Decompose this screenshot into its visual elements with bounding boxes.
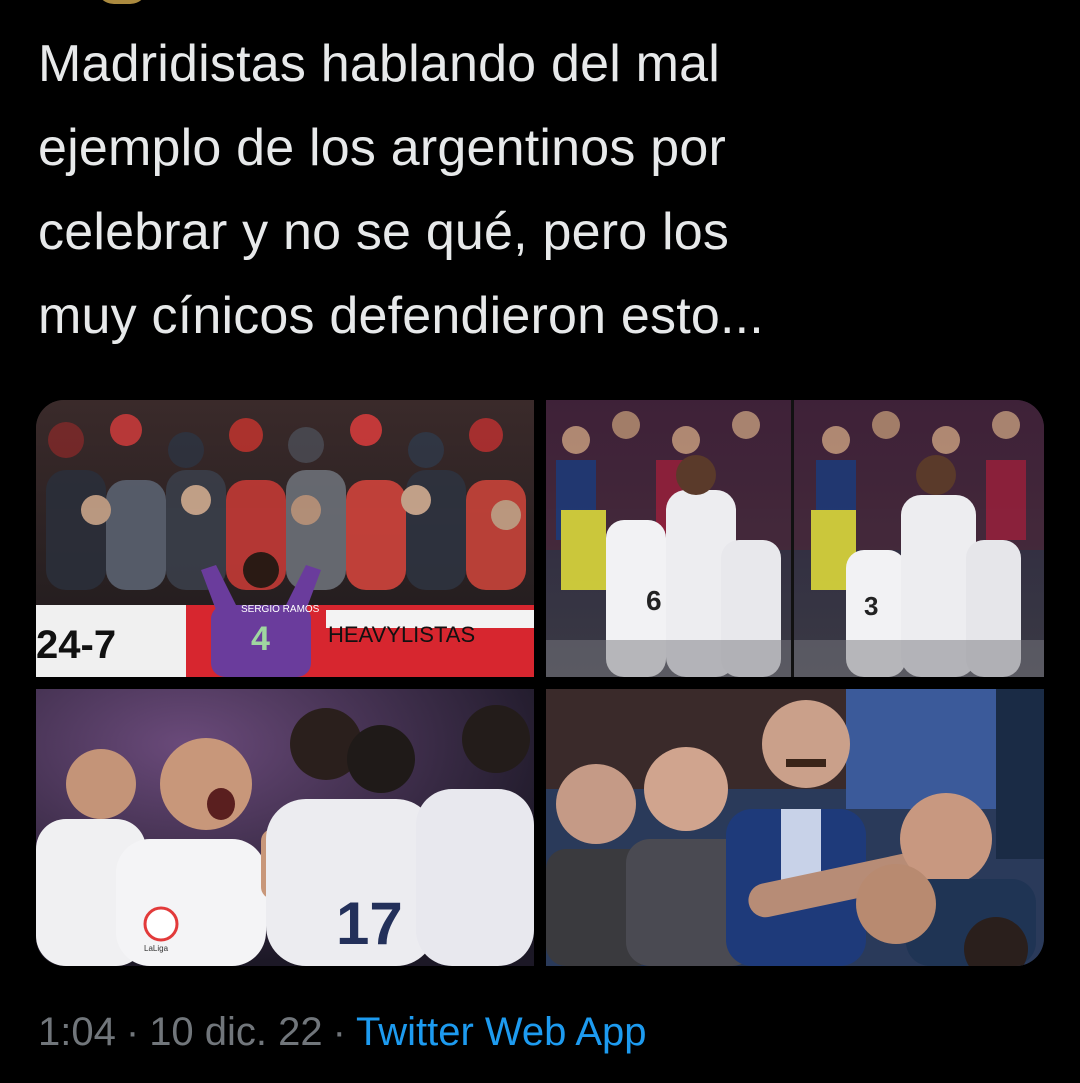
- media-photo-4[interactable]: [546, 689, 1044, 966]
- avatar[interactable]: [96, 0, 148, 4]
- photo-players-celebration: 6 3: [546, 400, 1044, 677]
- meta-separator: ·: [332, 1010, 346, 1054]
- league-badge: LaLiga: [144, 944, 169, 953]
- media-photo-2[interactable]: 6 3: [546, 400, 1044, 677]
- media-photo-1[interactable]: 24-7 HEAVYLISTAS SERGIO RAMOS 4: [36, 400, 534, 677]
- tweet-text: Madridistas hablando del mal ejemplo de …: [38, 35, 764, 345]
- frame-divider: [791, 400, 794, 677]
- media-photo-3[interactable]: 17 LaLiga: [36, 689, 534, 966]
- jersey-number-right: 3: [864, 591, 878, 621]
- photo-crowd-celebration: 24-7 HEAVYLISTAS SERGIO RAMOS 4: [36, 400, 534, 677]
- photo-player-gesture: 17 LaLiga: [36, 689, 534, 966]
- banner-text-left: 24-7: [36, 623, 116, 667]
- media-grid: 24-7 HEAVYLISTAS SERGIO RAMOS 4 6 3 17 L…: [36, 400, 1044, 966]
- photo-touchline-incident: [546, 689, 1044, 966]
- jersey-number-left: 6: [646, 585, 662, 616]
- jersey-number: 17: [336, 890, 403, 957]
- tweet-time[interactable]: 1:04: [38, 1010, 116, 1054]
- jersey-name: SERGIO RAMOS: [241, 604, 320, 615]
- jersey-number: 4: [251, 620, 270, 658]
- meta-separator: ·: [125, 1010, 140, 1054]
- tweet-source-link[interactable]: Twitter Web App: [356, 1010, 647, 1054]
- tweet-meta: 1:04 · 10 dic. 22 · Twitter Web App: [38, 1006, 647, 1058]
- banner-text-right: HEAVYLISTAS: [328, 622, 475, 647]
- tweet-date[interactable]: 10 dic. 22: [149, 1010, 322, 1054]
